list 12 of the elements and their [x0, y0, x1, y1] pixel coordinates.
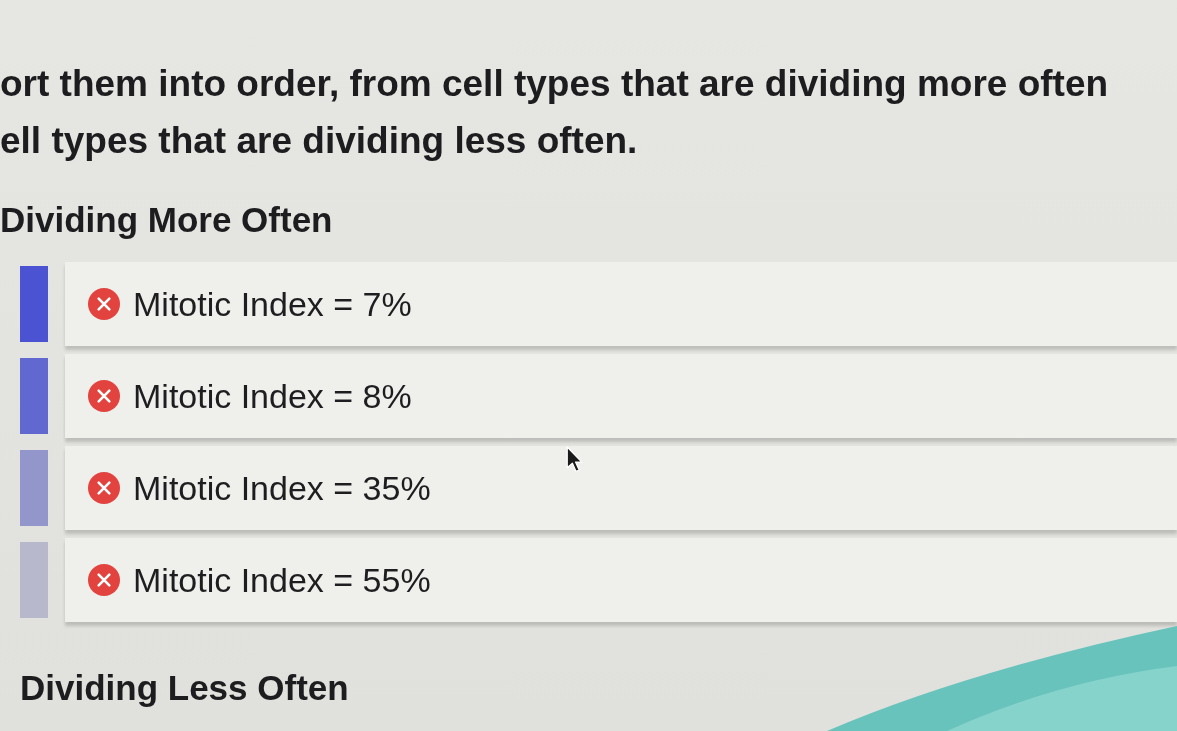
sortable-card[interactable]: Mitotic Index = 8% — [65, 354, 1177, 438]
card-text: Mitotic Index = 35% — [133, 468, 431, 508]
group-heading: Dividing More Often — [0, 199, 333, 241]
card-text: Mitotic Index = 7% — [133, 284, 412, 324]
instruction-text: ort them into order, from cell types that are dividing more often ell types that are dividing less often. — [0, 62, 1109, 163]
sortable-card[interactable]: Mitotic Index = 35% — [65, 446, 1177, 530]
sortable-card[interactable]: Mitotic Index = 55% — [65, 538, 1177, 622]
pointer-cursor-icon — [566, 446, 583, 473]
group-heading: Dividing Less Often — [20, 667, 349, 709]
card-text: Mitotic Index = 8% — [133, 376, 412, 416]
card-text: Mitotic Index = 55% — [133, 560, 431, 600]
sortable-card[interactable]: Mitotic Index = 7% — [65, 262, 1177, 346]
